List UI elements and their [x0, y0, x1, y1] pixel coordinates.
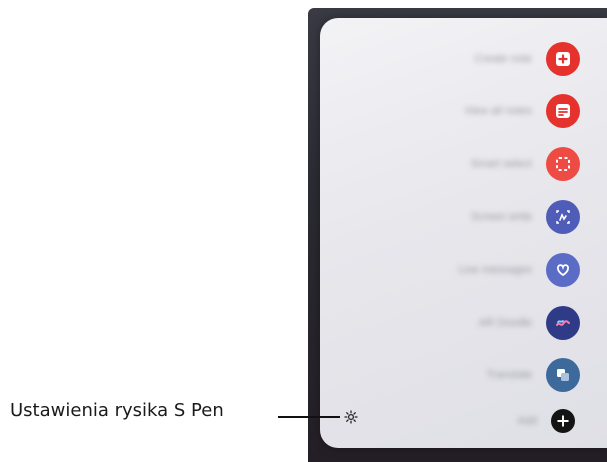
menu-item-label: Create note [474, 53, 532, 65]
smart-select-icon [546, 147, 580, 181]
settings-callout-label: Ustawienia rysika S Pen [10, 400, 224, 421]
menu-item-label: Live messages [458, 264, 532, 276]
view-all-notes-icon [546, 94, 580, 128]
menu-item-screen-write[interactable]: Screen write [320, 195, 607, 239]
menu-item-live-messages[interactable]: Live messages [320, 248, 607, 292]
menu-item-add[interactable]: Add [320, 399, 607, 443]
menu-item-label: Add [517, 415, 537, 427]
menu-item-label: View all notes [464, 105, 532, 117]
menu-item-label: AR Doodle [478, 317, 532, 329]
menu-item-translate[interactable]: Translate [320, 353, 607, 397]
translate-icon [546, 358, 580, 392]
live-messages-icon [546, 253, 580, 287]
add-icon [551, 409, 575, 433]
menu-item-create-note[interactable]: Create note [320, 37, 607, 81]
menu-item-label: Screen write [470, 211, 532, 223]
create-note-icon [546, 42, 580, 76]
menu-item-smart-select[interactable]: Smart select [320, 142, 607, 186]
callout-line [278, 416, 340, 418]
air-command-panel: Create note View all notes Smart select … [320, 18, 607, 448]
ar-doodle-icon [546, 306, 580, 340]
menu-item-view-all-notes[interactable]: View all notes [320, 89, 607, 133]
menu-item-ar-doodle[interactable]: AR Doodle [320, 301, 607, 345]
screen-write-icon [546, 200, 580, 234]
menu-item-label: Smart select [470, 158, 532, 170]
menu-item-label: Translate [486, 369, 532, 381]
settings-gear-icon[interactable] [342, 408, 360, 426]
